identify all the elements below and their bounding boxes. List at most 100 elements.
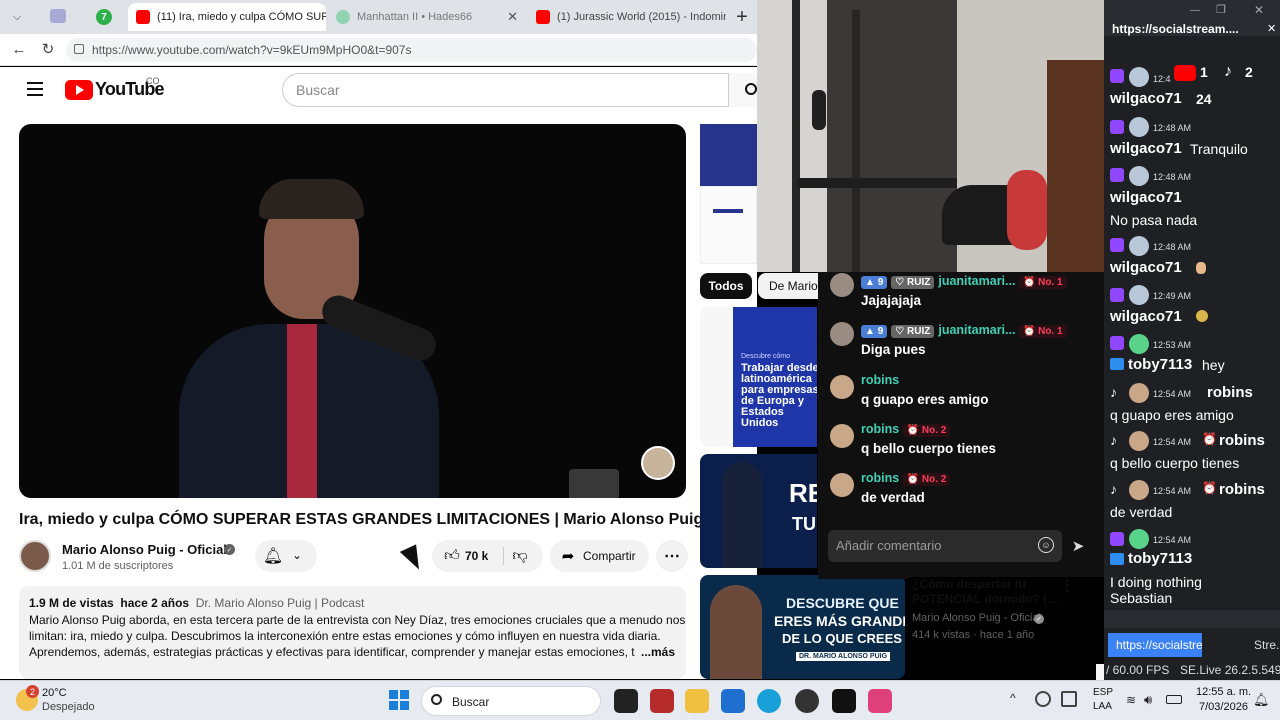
message-text: I doing nothing Sebastian <box>1110 574 1202 606</box>
close-icon[interactable]: ✕ <box>1254 3 1264 17</box>
keyboard-layout[interactable]: LAA <box>1093 701 1112 712</box>
ad-card[interactable] <box>700 186 757 264</box>
clock-time[interactable]: 12:55 a. m. <box>1196 686 1251 698</box>
tray-display-icon[interactable] <box>1061 691 1077 707</box>
message-user: wilgaco71 <box>1110 189 1182 206</box>
rank-label: No. 2 <box>921 474 947 485</box>
temperature[interactable]: 20°C <box>42 687 67 699</box>
task-view-icon[interactable] <box>614 689 638 713</box>
volume-icon[interactable]: 🔊︎ <box>1144 692 1152 708</box>
chat-avatar[interactable] <box>830 375 854 399</box>
ad-creative[interactable]: Descubre cómo Trabajar desde latinoaméri… <box>733 307 817 447</box>
chip-de-mario[interactable]: De Mario <box>758 273 818 299</box>
weather-status[interactable]: Despejado <box>42 701 95 713</box>
thumbnail-text: TU <box>792 514 816 534</box>
app-icon-red[interactable] <box>650 689 674 713</box>
source-tab[interactable]: Stre... <box>1254 638 1280 652</box>
hamburger-menu-icon[interactable] <box>27 82 43 96</box>
edge-browser-icon[interactable] <box>757 689 781 713</box>
chat-username[interactable]: robins <box>861 373 899 387</box>
thumbnail-text: RE <box>789 478 817 508</box>
thumbs-down-icon[interactable]: 👎︎ <box>510 546 530 566</box>
search-button[interactable] <box>728 73 757 107</box>
language-code[interactable]: ESP <box>1093 687 1113 698</box>
battery-icon[interactable] <box>1166 695 1182 704</box>
thumbnail-text: ERES MÁS GRANDE <box>774 613 905 629</box>
panel-close-icon[interactable]: ✕ <box>1267 22 1276 35</box>
tab-jurassic-world[interactable]: (1) Jurassic World (2015) - Indomin <box>528 3 726 31</box>
video-title: Ira, miedo y culpa CÓMO SUPERAR ESTAS GR… <box>19 511 704 528</box>
minimize-icon[interactable]: — <box>1190 5 1200 16</box>
message-text: No pasa nada <box>1110 212 1198 228</box>
more-actions-icon[interactable]: ⋯ <box>656 540 688 572</box>
search-input[interactable]: Buscar <box>282 73 757 107</box>
rank-icon: ⏰ <box>1202 432 1217 446</box>
recommended-channel[interactable]: Mario Alonso Puig - Oficial <box>912 612 1041 624</box>
level-number: 9 <box>877 277 884 288</box>
chat-username[interactable]: juanitamari... <box>938 274 1015 288</box>
tab-list-chevron-icon[interactable]: ⌵ <box>6 7 28 27</box>
share-button[interactable]: ➦ Compartir <box>550 540 649 572</box>
recommended-more-icon[interactable]: ⋮ <box>1060 577 1075 594</box>
pinned-tab-badge[interactable]: 7 <box>96 9 112 25</box>
thumbs-up-icon[interactable]: 👍︎ <box>442 546 462 566</box>
subscribe-bell-button[interactable]: 🔔︎ ⌄ <box>255 540 317 572</box>
show-more-link[interactable]: ...más <box>641 645 675 659</box>
reload-icon[interactable]: ↻ <box>39 40 57 58</box>
back-arrow-icon[interactable]: ← <box>10 40 28 58</box>
chat-username[interactable]: robins <box>861 471 899 485</box>
chip-todos[interactable]: Todos <box>700 273 752 299</box>
emoji-icon[interactable]: ☺ <box>1038 537 1054 553</box>
ad-banner-top[interactable] <box>700 124 757 186</box>
new-tab-button[interactable]: + <box>730 6 754 28</box>
tiktok-app-icon[interactable] <box>832 689 856 713</box>
youtube-logo-icon[interactable] <box>65 80 93 100</box>
tray-network-icon[interactable] <box>1035 691 1051 707</box>
clock-date[interactable]: 7/03/2026 <box>1199 701 1248 713</box>
channel-name[interactable]: Mario Alonso Puig - Oficial <box>62 542 227 557</box>
maximize-icon[interactable]: ❐ <box>1216 3 1226 16</box>
description-line: limitan: ira, miedo y culpa. Descubrimos… <box>29 629 661 643</box>
obs-icon[interactable] <box>795 689 819 713</box>
social-stream-app-icon[interactable] <box>868 689 892 713</box>
chat-avatar[interactable] <box>830 473 854 497</box>
description-box[interactable]: 1.9 M de vistas hace 2 años Dr. Mario Al… <box>19 586 686 679</box>
wifi-icon[interactable]: ≋ <box>1126 693 1136 707</box>
taskbar-search[interactable]: Buscar <box>421 686 601 716</box>
message-user: robins <box>1207 384 1253 401</box>
message-user: wilgaco71 <box>1110 140 1182 157</box>
recommended-title[interactable]: ¿Cómo despertar tu POTENCIAL dormido? | … <box>912 577 1062 607</box>
scrollbar-arrow[interactable] <box>1096 664 1104 680</box>
channel-watermark[interactable] <box>641 446 675 480</box>
pinned-tab-camera-icon[interactable] <box>50 9 66 23</box>
windows-start-icon[interactable] <box>389 690 409 710</box>
send-icon[interactable]: ➤ <box>1068 536 1088 556</box>
file-explorer-icon[interactable] <box>685 689 709 713</box>
chat-avatar <box>1129 480 1149 500</box>
like-count[interactable]: 70 k <box>465 549 488 563</box>
video-player[interactable] <box>19 124 686 498</box>
url-field[interactable]: https://www.youtube.com/watch?v=9kEUm9Mp… <box>66 38 757 62</box>
close-tab-icon[interactable]: ✕ <box>501 9 518 25</box>
tab-youtube-video[interactable]: (11) Ira, miedo y culpa CÓMO SUP ✕ <box>128 3 326 31</box>
tray-chevron-icon[interactable]: ^ <box>1010 691 1016 705</box>
recommended-thumbnail-2[interactable]: DESCUBRE QUE ERES MÁS GRANDE DE LO QUE C… <box>700 575 905 679</box>
recommended-thumbnail-1[interactable]: RE TU <box>700 454 817 568</box>
verified-check-icon: ✓ <box>224 544 235 555</box>
notification-bell-icon[interactable]: 🔔︎ <box>1253 692 1270 708</box>
comment-input[interactable]: Añadir comentario ☺ <box>828 530 1062 562</box>
chat-username[interactable]: juanitamari... <box>938 323 1015 337</box>
tab-manhattan[interactable]: Manhattan II • Hades66 ✕ <box>328 3 526 31</box>
thumbnail-text: DE LO QUE CREES <box>782 631 902 646</box>
app-version: SE.Live 26.2.5.549 <box>1180 663 1280 677</box>
site-info-icon[interactable] <box>74 44 84 54</box>
chat-avatar[interactable] <box>830 273 854 297</box>
chat-avatar[interactable] <box>830 424 854 448</box>
store-icon[interactable] <box>721 689 745 713</box>
source-tab-active[interactable]: https://socialstrea... <box>1108 633 1202 657</box>
chat-username[interactable]: robins <box>861 422 899 436</box>
chat-avatar <box>1129 529 1149 549</box>
chat-avatar[interactable] <box>830 322 854 346</box>
hashtags[interactable]: Dr. Mario Alonso Puig | Podcast <box>196 596 365 610</box>
channel-avatar[interactable] <box>19 540 51 572</box>
